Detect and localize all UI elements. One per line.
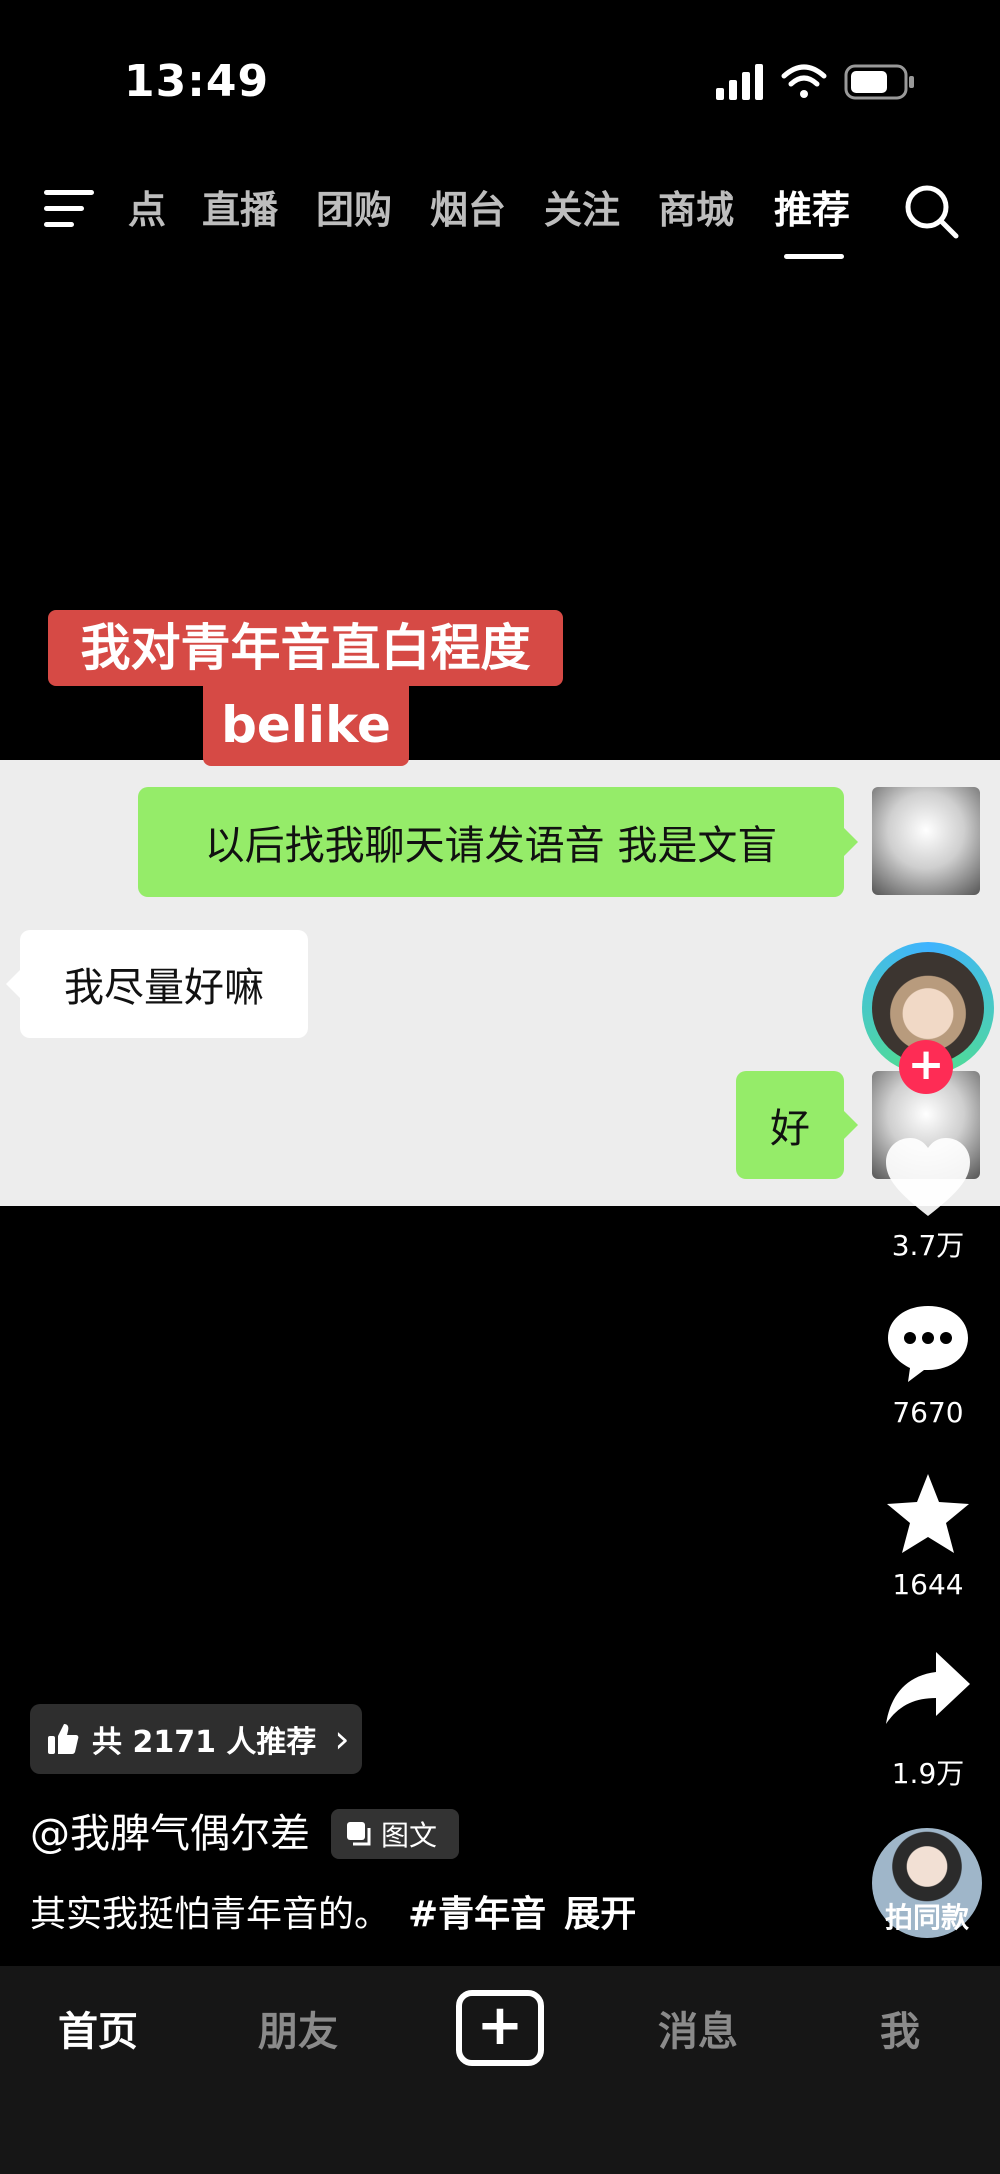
nav-friends[interactable]: 朋友 bbox=[258, 2004, 338, 2060]
recommend-pill[interactable]: 共 2171 人推荐 › bbox=[30, 1704, 362, 1774]
same-style-label[interactable]: 拍同款 bbox=[860, 1896, 994, 1936]
tab-following[interactable]: 关注 bbox=[544, 184, 620, 236]
wifi-icon bbox=[781, 64, 827, 98]
author-name[interactable]: @我脾气偶尔差 bbox=[30, 1806, 310, 1862]
active-tab-indicator bbox=[784, 254, 844, 259]
thumbs-up-icon bbox=[48, 1724, 79, 1754]
chat-avatar-self bbox=[872, 787, 980, 895]
plus-icon: + bbox=[476, 1993, 524, 2058]
chat-message-right: 以后找我聊天请发语音 我是文盲 bbox=[138, 787, 844, 897]
status-time: 13:49 bbox=[124, 56, 270, 107]
comment-count: 7670 bbox=[892, 1396, 964, 1429]
tab-recommend[interactable]: 推荐 bbox=[774, 184, 850, 236]
bubble-tail bbox=[844, 1111, 858, 1139]
hashtag-link[interactable]: #青年音 bbox=[408, 1894, 546, 1935]
tab-group-buy[interactable]: 团购 bbox=[316, 184, 392, 236]
caption-line-1: 我对青年音直白程度 bbox=[48, 610, 563, 686]
tab-mall[interactable]: 商城 bbox=[658, 184, 734, 236]
share-count: 1.9万 bbox=[891, 1757, 965, 1790]
heart-icon[interactable] bbox=[880, 1132, 976, 1228]
description: 其实我挺怕青年音的。 #青年音 展开 bbox=[30, 1890, 636, 1940]
follow-button[interactable]: + bbox=[899, 1040, 953, 1094]
description-text: 其实我挺怕青年音的。 bbox=[30, 1894, 391, 1935]
expand-link[interactable]: 展开 bbox=[564, 1894, 636, 1935]
tab-local[interactable]: 烟台 bbox=[430, 184, 506, 236]
nav-messages[interactable]: 消息 bbox=[658, 2004, 738, 2060]
post-type-badge: 图文 bbox=[331, 1809, 459, 1859]
signal-icon bbox=[716, 64, 763, 100]
post-type-label: 图文 bbox=[381, 1819, 438, 1852]
share-icon[interactable] bbox=[880, 1640, 976, 1736]
create-button[interactable]: + bbox=[456, 1990, 544, 2066]
chat-message-left: 我尽量好嘛 bbox=[20, 930, 308, 1038]
images-icon bbox=[347, 1822, 371, 1846]
bubble-tail bbox=[844, 828, 858, 856]
bubble-tail bbox=[6, 970, 20, 998]
battery-icon bbox=[844, 64, 914, 100]
chat-message-right: 好 bbox=[736, 1071, 844, 1179]
star-icon[interactable] bbox=[880, 1466, 976, 1562]
recommend-text: 共 2171 人推荐 bbox=[92, 1725, 317, 1760]
search-icon[interactable] bbox=[902, 182, 962, 242]
caption-line-2: belike bbox=[203, 686, 409, 766]
comment-icon[interactable] bbox=[880, 1296, 976, 1392]
nav-home[interactable]: 首页 bbox=[58, 2004, 138, 2060]
like-count: 3.7万 bbox=[891, 1229, 965, 1262]
tab-live[interactable]: 直播 bbox=[202, 184, 278, 236]
menu-icon[interactable] bbox=[42, 186, 98, 232]
status-icons bbox=[716, 64, 914, 100]
favorite-count: 1644 bbox=[892, 1568, 964, 1601]
tab-dian[interactable]: 点 bbox=[128, 184, 166, 236]
chevron-right-icon: › bbox=[334, 1717, 350, 1761]
nav-me[interactable]: 我 bbox=[880, 2004, 920, 2060]
